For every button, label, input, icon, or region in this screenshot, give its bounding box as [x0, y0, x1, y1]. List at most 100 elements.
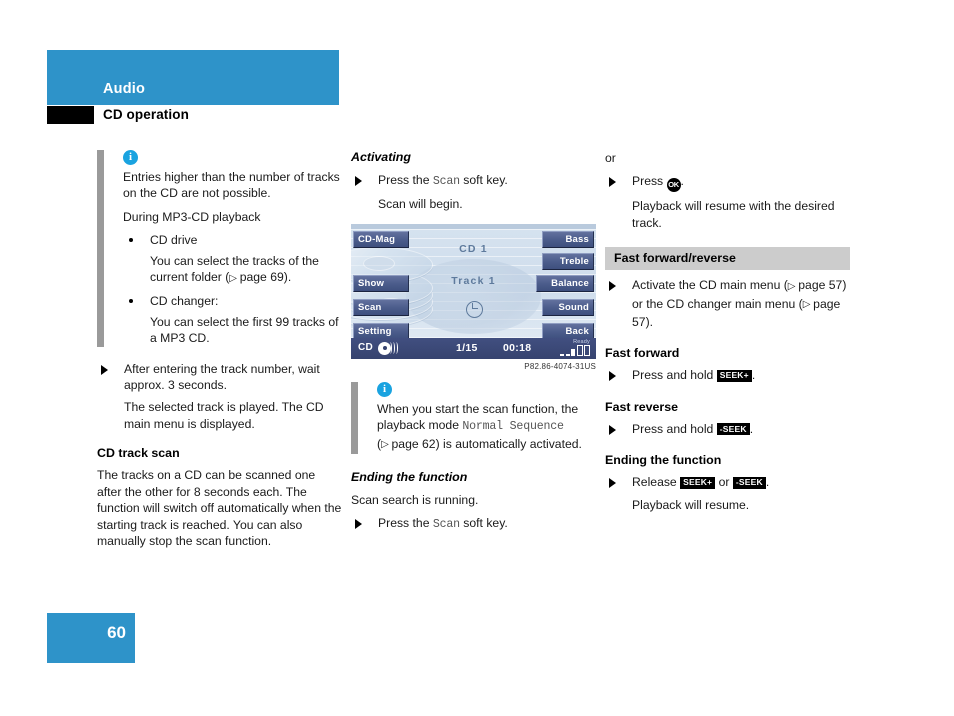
- heading-fast-forward-reverse: Fast forward/reverse: [605, 247, 850, 271]
- step-arrow-icon: [609, 281, 616, 292]
- note-bar: [351, 381, 358, 455]
- step-text-post: soft key.: [463, 516, 508, 531]
- page-ref: page 69: [239, 270, 284, 285]
- column-middle: Activating Press the Scan soft key. Scan…: [351, 150, 596, 540]
- section-title: Audio: [103, 81, 146, 97]
- note-text-post: ) is automatically activated.: [435, 436, 582, 451]
- seek-reverse-key-icon: -SEEK: [732, 476, 766, 489]
- bullet-body-post: ).: [283, 270, 292, 285]
- heading-activating: Activating: [351, 150, 411, 164]
- info-icon: i: [123, 150, 138, 165]
- cd-hole: [363, 255, 395, 271]
- bullet-body: You can select the first 99 tracks of a …: [150, 314, 339, 346]
- head-unit-display-figure: CD 1 Track 1 CD-Mag Show Scan Setting Ba…: [351, 223, 596, 359]
- step-text-or: or: [718, 475, 730, 490]
- procedure-step: After entering the track number, wait ap…: [97, 361, 342, 394]
- step-arrow-icon: [609, 478, 616, 489]
- step-text: After entering the track number, wait ap…: [124, 361, 320, 393]
- step-text-pre: Press and hold: [632, 368, 714, 383]
- status-elapsed-time: 00:18: [503, 341, 532, 354]
- step-text-post: .: [751, 368, 756, 383]
- page-number: 60: [107, 623, 126, 642]
- playback-mode-name: Normal Sequence: [462, 420, 564, 434]
- seek-forward-key-icon: SEEK+: [716, 369, 752, 382]
- page-title: CD operation: [103, 107, 189, 122]
- step-result: Scan will begin.: [378, 197, 463, 212]
- step-result: Playback will resume.: [632, 497, 750, 512]
- bullet-body: You can select the tracks of the current…: [123, 253, 342, 288]
- step-text-post: .: [680, 174, 684, 189]
- procedure-step: Press OK.: [605, 173, 850, 193]
- procedure-step: Press the Scan soft key.: [351, 172, 596, 190]
- sound-wave-icon: [389, 342, 398, 355]
- note-box-entries: i Entries higher than the number of trac…: [97, 150, 342, 347]
- step-arrow-icon: [355, 519, 362, 530]
- heading-cd-track-scan: CD track scan: [97, 446, 180, 461]
- procedure-step: Release SEEK+ or -SEEK.: [605, 474, 850, 490]
- note-bar: [97, 150, 104, 347]
- seek-reverse-key-icon: -SEEK: [716, 423, 750, 436]
- display-status-bar: CD 1/15 00:18 Ready: [351, 337, 596, 359]
- step-arrow-icon: [609, 177, 616, 188]
- softkey-show[interactable]: Show: [353, 274, 409, 292]
- step-text-pre: Release: [632, 475, 677, 490]
- page-ref-icon: ▷: [787, 280, 799, 292]
- figure-caption: P82.86-4074-31US: [524, 361, 596, 371]
- heading-fast-forward: Fast forward: [605, 346, 680, 361]
- heading-fast-reverse: Fast reverse: [605, 399, 679, 414]
- or-label: or: [605, 151, 616, 165]
- cd-track-scan-body: The tracks on a CD can be scanned one af…: [97, 468, 342, 548]
- list-item: CD changer:: [123, 293, 342, 309]
- step-result: Playback will resume with the desired tr…: [632, 199, 835, 230]
- seek-forward-key-icon: SEEK+: [680, 476, 716, 489]
- column-left: i Entries higher than the number of trac…: [97, 150, 342, 560]
- softkey-back[interactable]: Back: [542, 322, 594, 338]
- softkey-name: Scan: [432, 518, 460, 532]
- step-text-pre: Press and hold: [632, 421, 714, 436]
- step-text-pre: Activate the CD main menu (: [632, 278, 788, 293]
- page-number-box: 60: [47, 613, 135, 663]
- bullet-dot: [129, 238, 133, 243]
- procedure-step: Press and hold -SEEK.: [605, 421, 850, 437]
- ok-button-icon: OK: [666, 178, 681, 193]
- page-subtitle-row: CD operation: [47, 106, 339, 126]
- step-text-post: .: [765, 475, 770, 490]
- step-result: The selected track is played. The CD mai…: [124, 400, 324, 431]
- step-text-post: soft key.: [463, 173, 508, 187]
- softkey-name: Scan: [432, 175, 460, 188]
- step-text-pre: Press the: [378, 516, 430, 531]
- note-box-scan: i When you start the scan function, the …: [351, 381, 596, 455]
- bullet-dot: [129, 299, 133, 304]
- list-item: CD drive: [123, 232, 342, 248]
- step-arrow-icon: [609, 371, 616, 382]
- softkey-scan[interactable]: Scan: [353, 298, 409, 316]
- heading-ending-function: Ending the function: [351, 470, 468, 485]
- magazine-slot-indicator: [560, 344, 590, 356]
- procedure-step: Activate the CD main menu (▷ page 57) or…: [605, 277, 850, 330]
- procedure-step: Press and hold SEEK+.: [605, 367, 850, 383]
- page-ref: page 62: [391, 436, 436, 451]
- note-line-2: During MP3-CD playback: [123, 209, 261, 224]
- step-text-pre: Press: [632, 174, 664, 189]
- softkey-cd-mag[interactable]: CD-Mag: [353, 230, 409, 248]
- step-text-post: .: [749, 421, 754, 436]
- page-ref-icon: ▷: [802, 299, 814, 311]
- step-arrow-icon: [609, 424, 616, 435]
- step-arrow-icon: [101, 364, 108, 375]
- softkey-setting[interactable]: Setting: [353, 322, 409, 338]
- clock-icon: [465, 300, 483, 318]
- procedure-step: Press the Scan soft key.: [351, 515, 596, 533]
- status-source-label: CD: [358, 341, 374, 353]
- heading-ending-function: Ending the function: [605, 453, 722, 468]
- softkey-bass[interactable]: Bass: [542, 230, 594, 248]
- step-arrow-icon: [355, 176, 362, 186]
- softkey-sound[interactable]: Sound: [542, 298, 594, 316]
- softkey-treble[interactable]: Treble: [542, 252, 594, 270]
- ending-body: Scan search is running.: [351, 493, 479, 508]
- manual-page: Audio CD operation i Entries higher than…: [0, 0, 954, 716]
- page-ref-icon: ▷: [381, 439, 392, 451]
- bullet-title: CD changer:: [150, 294, 219, 309]
- softkey-balance[interactable]: Balance: [536, 274, 594, 292]
- column-right: or Press OK. Playback will resume with t…: [605, 150, 850, 524]
- status-track-number: 1/15: [456, 341, 478, 354]
